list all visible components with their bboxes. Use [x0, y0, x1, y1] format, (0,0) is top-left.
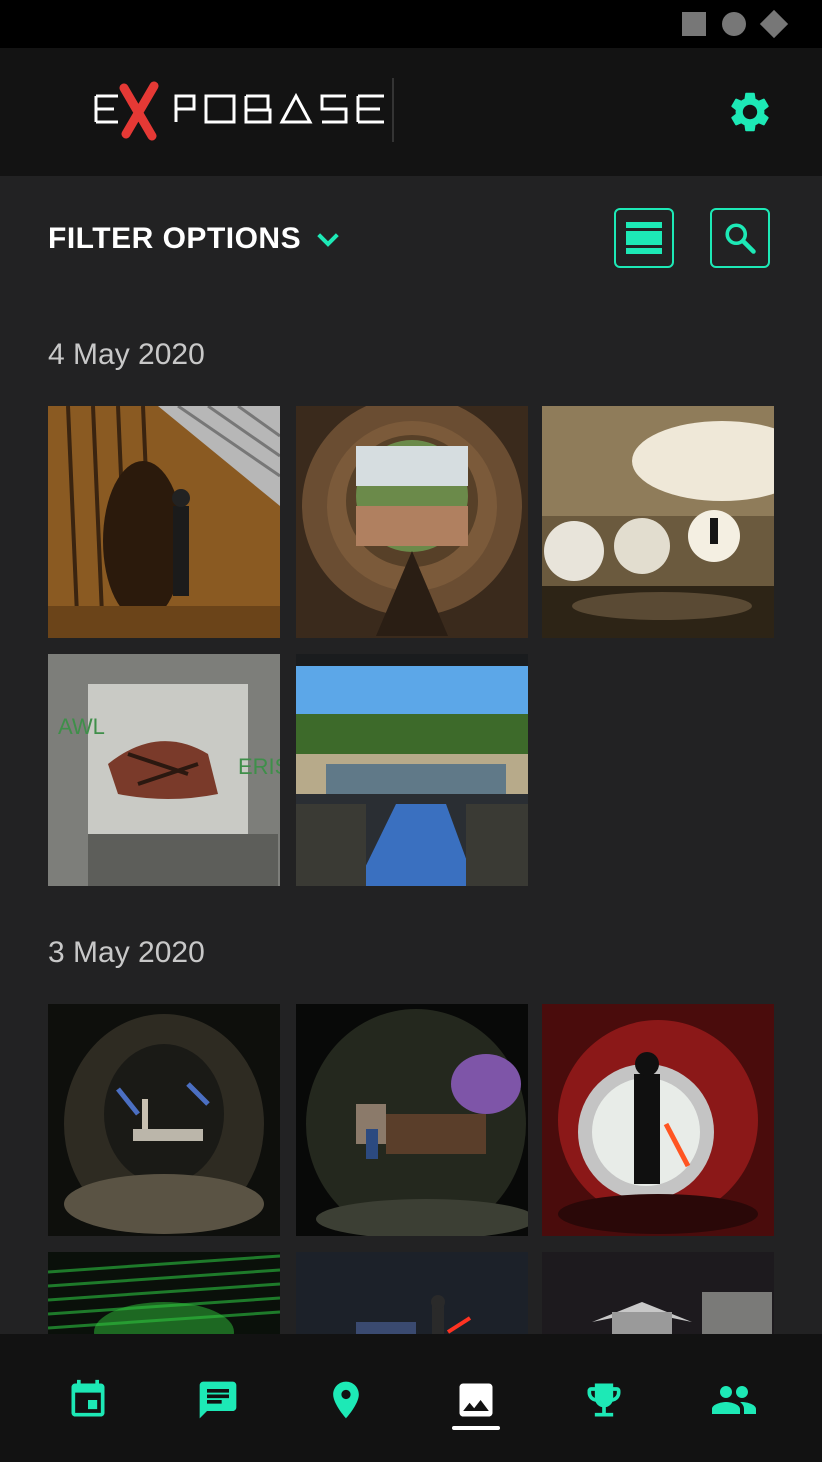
chat-icon — [199, 1381, 237, 1419]
nav-calendar[interactable] — [56, 1368, 120, 1432]
nav-locations[interactable] — [314, 1368, 378, 1432]
filter-options-label[interactable]: FILTER OPTIONS — [48, 222, 301, 256]
expobase-logo — [94, 78, 394, 142]
svg-text:ERIS: ERIS — [238, 754, 280, 779]
nav-people[interactable] — [702, 1368, 766, 1432]
nav-messages[interactable] — [186, 1368, 250, 1432]
settings-gear-icon[interactable] — [726, 88, 774, 136]
nav-challenges[interactable] — [572, 1368, 636, 1432]
svg-text:AWL: AWL — [58, 714, 105, 739]
search-icon — [725, 223, 756, 254]
status-circle-icon — [722, 12, 746, 36]
photo-thumbnail[interactable] — [296, 1252, 528, 1334]
photo-grid — [48, 1004, 774, 1334]
photo-thumbnail[interactable] — [48, 1252, 280, 1334]
search-button[interactable] — [710, 208, 770, 268]
gallery-icon — [459, 1383, 493, 1417]
chevron-down-icon[interactable] — [312, 224, 344, 256]
photo-thumbnail[interactable] — [296, 406, 528, 638]
location-icon — [333, 1381, 359, 1419]
status-square-icon — [682, 12, 706, 36]
photo-thumbnail[interactable] — [48, 406, 280, 638]
photo-thumbnail[interactable] — [542, 1252, 774, 1334]
people-icon — [712, 1386, 756, 1414]
section-date-header: 3 May 2020 — [48, 936, 205, 969]
app-header — [0, 48, 822, 176]
trophy-icon — [587, 1383, 621, 1417]
photo-thumbnail[interactable] — [542, 1004, 774, 1236]
photo-thumbnail[interactable] — [48, 1004, 280, 1236]
status-diamond-icon — [759, 9, 789, 39]
calendar-icon — [71, 1379, 105, 1417]
active-tab-indicator — [452, 1426, 500, 1430]
view-agenda-icon — [626, 222, 662, 254]
nav-gallery[interactable] — [444, 1368, 508, 1432]
photo-thumbnail[interactable]: AWL ERIS — [48, 654, 280, 886]
bottom-navigation — [0, 1334, 822, 1462]
layout-toggle-button[interactable] — [614, 208, 674, 268]
section-date-header: 4 May 2020 — [48, 338, 205, 371]
photo-thumbnail[interactable] — [542, 406, 774, 638]
status-bar — [0, 0, 822, 48]
photo-thumbnail[interactable] — [296, 1004, 528, 1236]
photo-thumbnail[interactable] — [296, 654, 528, 886]
photo-grid: AWL ERIS — [48, 406, 774, 886]
